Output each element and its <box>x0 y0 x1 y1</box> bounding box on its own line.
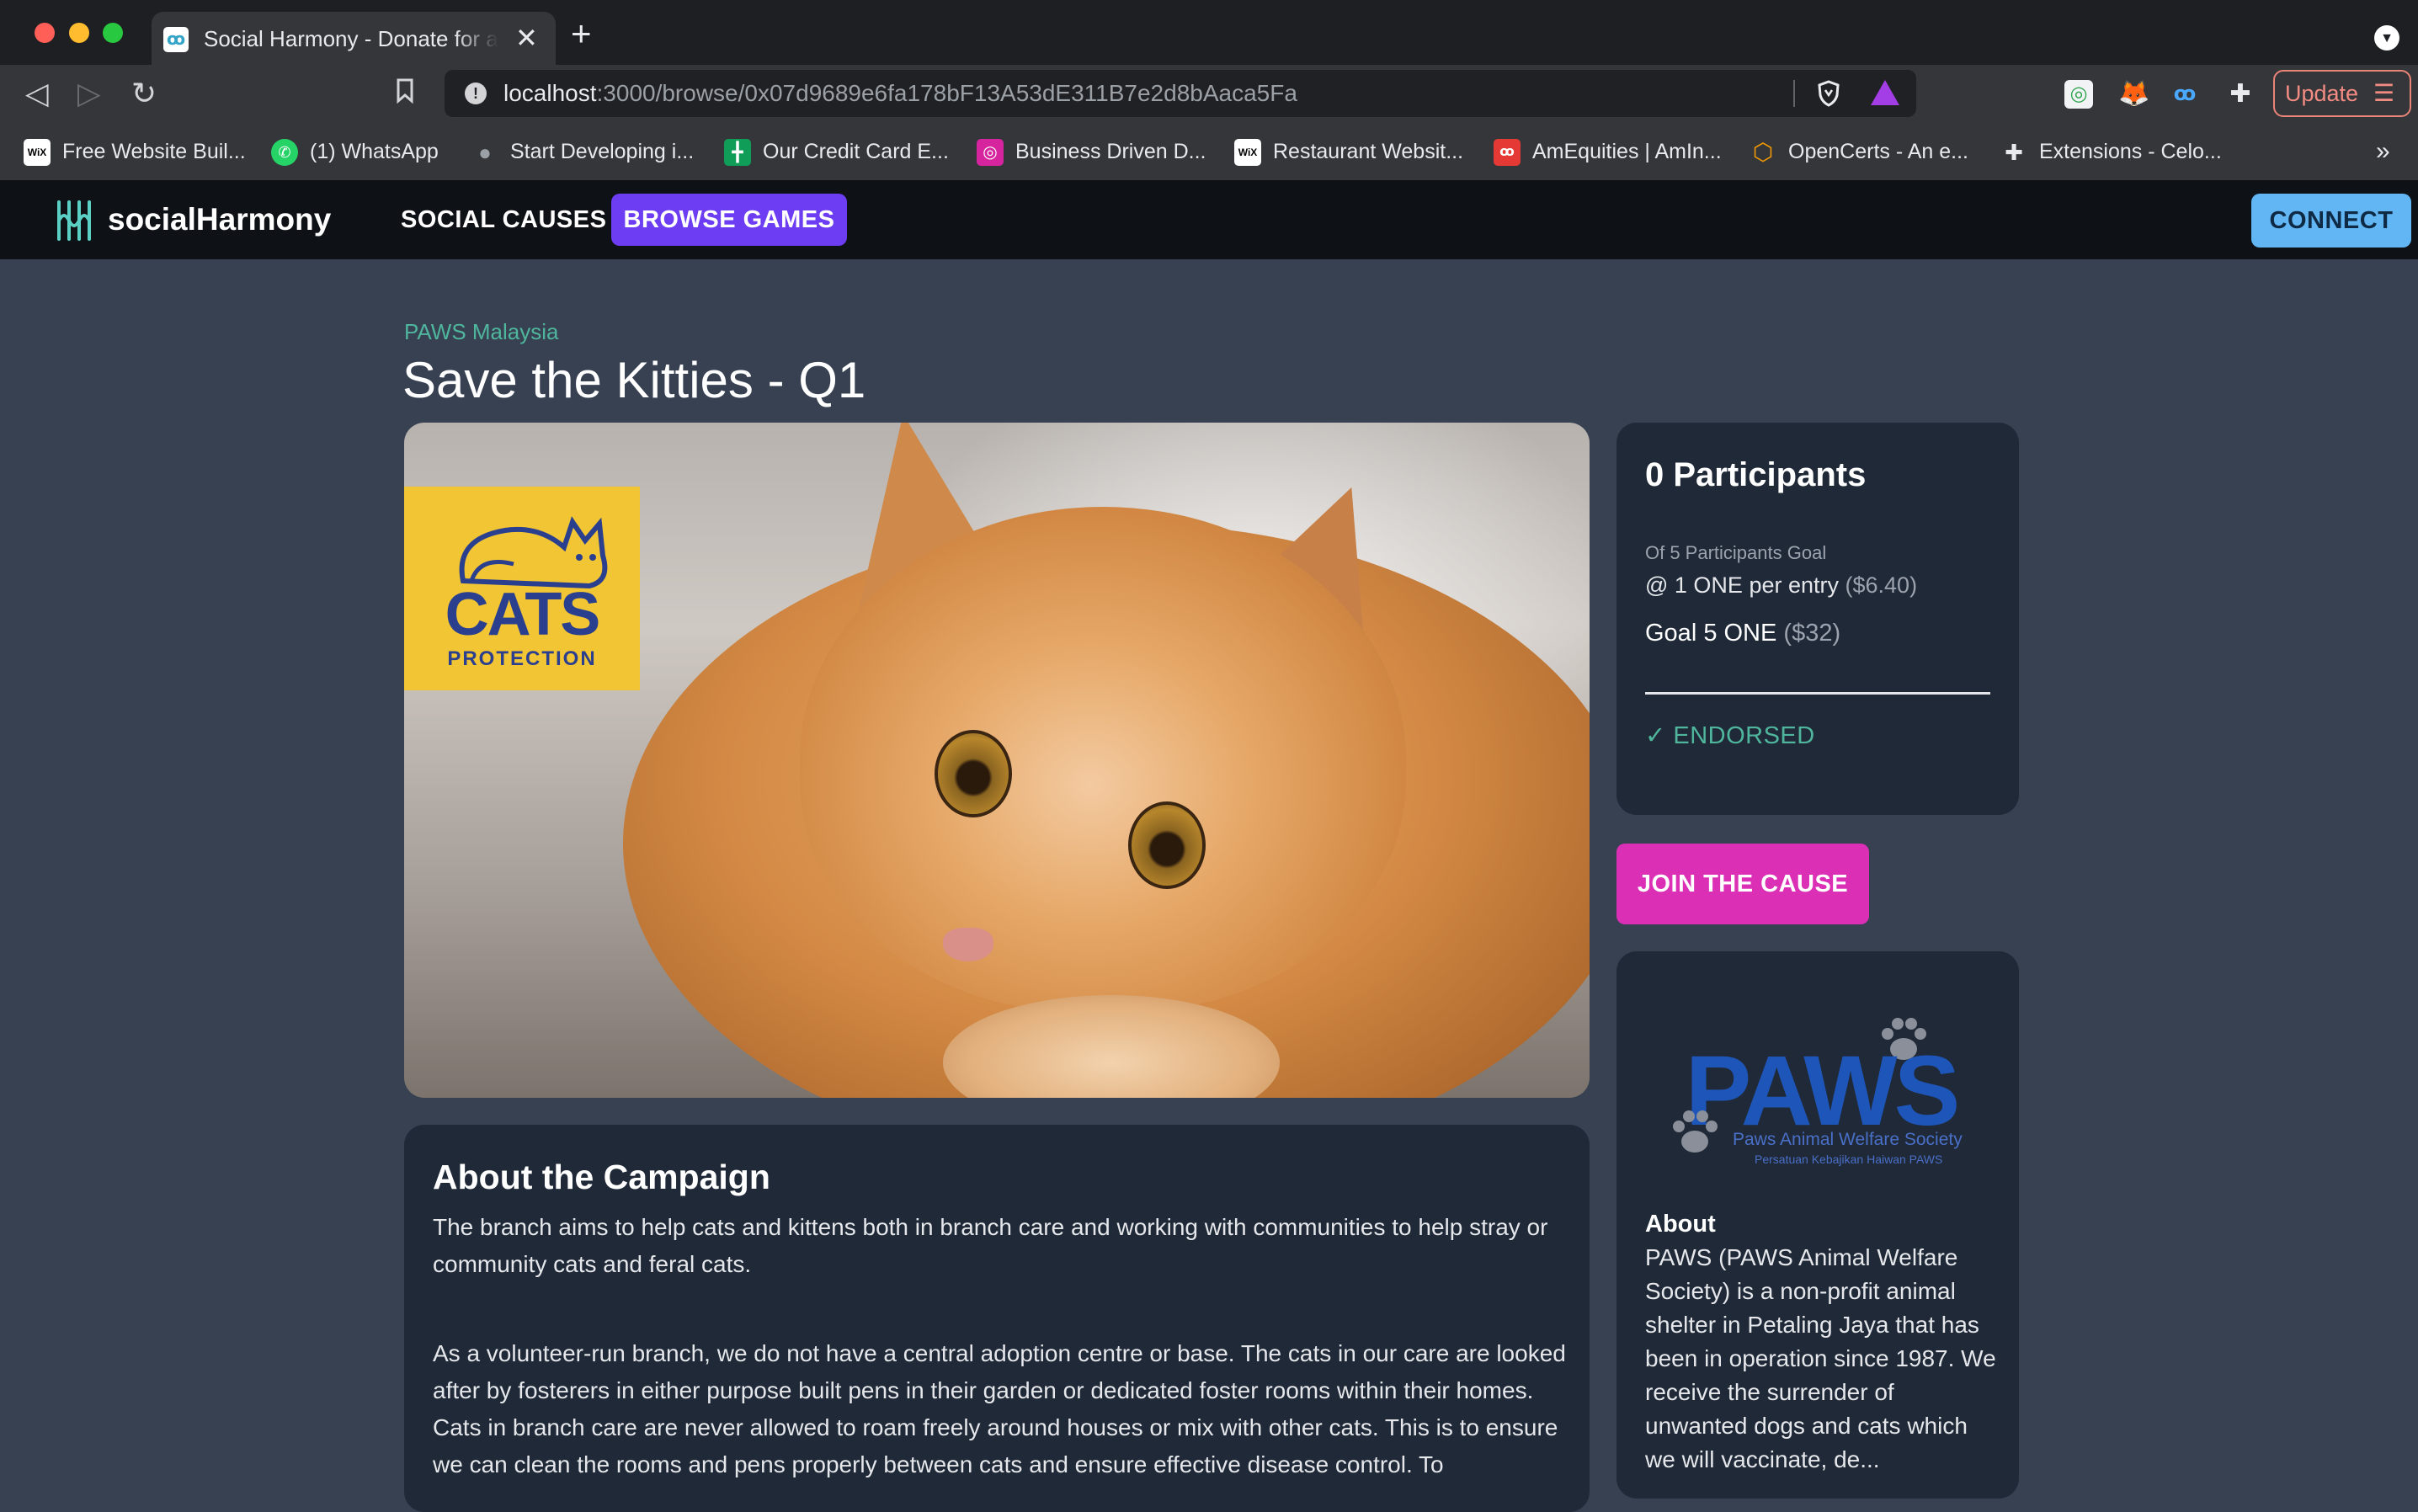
browser-tab-active[interactable]: ꝏ Social Harmony - Donate for a Cause ✕ <box>152 12 556 65</box>
tab-title: Social Harmony - Donate for a Cause <box>204 26 498 51</box>
about-campaign-paragraph: As a volunteer-run branch, we do not hav… <box>433 1340 1566 1477</box>
omnibox-divider <box>1793 80 1795 107</box>
url-text[interactable]: localhost:3000/browse/0x07d9689e6fa178bF… <box>503 80 1297 107</box>
bookmark-item[interactable]: ● Start Developing i... <box>471 135 694 168</box>
participants-card: 0 Participants Of 5 Participants Goal @ … <box>1616 423 2019 815</box>
nav-social-causes[interactable]: SOCIAL CAUSES <box>401 194 606 246</box>
tab-search-chevron-icon[interactable]: ▼ <box>2374 25 2399 51</box>
connect-wallet-button[interactable]: CONNECT <box>2251 194 2411 248</box>
nav-browse-games[interactable]: BROWSE GAMES <box>611 194 847 246</box>
bookmark-label: OpenCerts - An e... <box>1788 140 1968 163</box>
divider <box>1645 692 1990 695</box>
organization-link[interactable]: PAWS Malaysia <box>404 318 559 345</box>
endorsed-badge: ✓ ENDORSED <box>1645 722 1815 749</box>
org-about-heading: About <box>1645 1211 1716 1238</box>
cats-protection-logo: CATS PROTECTION <box>404 487 640 690</box>
app-header: socialHarmony SOCIAL CAUSES BROWSE GAMES… <box>0 180 2418 259</box>
paws-logo-subtitle: Paws Animal Welfare Society <box>1733 1130 1963 1149</box>
bookmark-item[interactable]: ✆ (1) WhatsApp <box>271 135 439 168</box>
bookmark-label: AmEquities | AmIn... <box>1532 140 1722 163</box>
goal-amount-text: Goal 5 ONE <box>1645 620 1777 647</box>
back-arrow-icon[interactable]: ◁ <box>25 77 49 110</box>
address-bar[interactable]: ! localhost:3000/browse/0x07d9689e6fa178… <box>445 70 1916 117</box>
bookmark-label: Business Driven D... <box>1015 140 1206 163</box>
organization-card: PAWS Paws Animal Welfare Society Persatu… <box>1616 951 2019 1499</box>
cats-logo-title: CATS <box>445 581 601 648</box>
apple-icon: ● <box>478 140 492 166</box>
cats-logo-subtitle: PROTECTION <box>447 647 597 670</box>
browser-toolbar: ◁ ▷ ↻ ! localhost:3000/browse/0x07d9689e… <box>0 65 2418 123</box>
wix-icon: WiX <box>1234 139 1261 167</box>
about-campaign-heading: About the Campaign <box>433 1158 770 1196</box>
bookmarks-bar: WiX Free Website Buil... ✆ (1) WhatsApp ● S… <box>0 123 2418 180</box>
brave-rewards-icon[interactable] <box>1871 80 1899 105</box>
bookmark-item[interactable]: ╋ Our Credit Card E... <box>724 135 949 168</box>
menu-hamburger-icon: ☰ <box>2373 80 2394 106</box>
paws-logo-subtitle-malay: Persatuan Kebajikan Haiwan PAWS <box>1755 1153 1943 1166</box>
goal-amount-usd: ($32) <box>1783 620 1841 647</box>
paws-logo: PAWS Paws Animal Welfare Society Persatu… <box>1665 1010 1977 1195</box>
cat-eye <box>1128 801 1206 889</box>
forward-arrow-icon[interactable]: ▷ <box>77 77 101 110</box>
cat-eye <box>935 730 1012 817</box>
cat-head <box>800 507 1406 1012</box>
bookmark-item[interactable]: ✚ Extensions - Celo... <box>2000 135 2222 168</box>
window-close-button[interactable] <box>35 23 55 43</box>
whatsapp-icon: ✆ <box>271 139 298 167</box>
about-campaign-paragraph: The branch aims to help cats and kittens… <box>433 1214 1548 1277</box>
instagram-icon: ◎ <box>977 139 1004 167</box>
cat-nose <box>943 928 993 961</box>
bookmark-icon[interactable] <box>396 78 414 111</box>
harmony-wallet-icon[interactable]: ꝏ <box>2170 80 2199 109</box>
sheets-icon: ╋ <box>724 139 751 167</box>
bookmark-label: (1) WhatsApp <box>310 140 439 163</box>
bookmark-label: Restaurant Websit... <box>1273 140 1464 163</box>
join-the-cause-button[interactable]: JOIN THE CAUSE <box>1616 844 1869 924</box>
bookmark-item[interactable]: WiX Restaurant Websit... <box>1234 135 1463 168</box>
url-path: :3000/browse/0x07d9689e6fa178bF13A53dE31… <box>596 80 1297 106</box>
bookmark-label: Extensions - Celo... <box>2039 140 2222 163</box>
bookmarks-overflow-icon[interactable]: » <box>2376 135 2390 168</box>
bookmark-item[interactable]: ꝏ AmEquities | AmIn... <box>1494 135 1722 168</box>
about-campaign-card: About the Campaign The branch aims to he… <box>404 1125 1590 1512</box>
browser-update-button[interactable]: Update ☰ <box>2273 70 2411 117</box>
reload-icon[interactable]: ↻ <box>131 77 157 110</box>
metamask-fox-icon[interactable]: 🦊 <box>2118 80 2149 109</box>
entry-price-usd: ($6.40) <box>1845 572 1918 598</box>
amequities-icon: ꝏ <box>1494 139 1521 167</box>
opencerts-icon: ⬡ <box>1752 139 1774 166</box>
app-logo-text[interactable]: socialHarmony <box>108 199 331 241</box>
extensions-puzzle-icon[interactable]: ✚ <box>2226 80 2255 109</box>
browser-tab-bar: ꝏ Social Harmony - Donate for a Cause ✕ … <box>0 0 2418 65</box>
bookmark-item[interactable]: WiX Free Website Buil... <box>24 135 246 168</box>
bookmark-item[interactable]: ⬡ OpenCerts - An e... <box>1750 135 1968 168</box>
page-title: Save the Kitties - Q1 <box>402 352 866 408</box>
bookmark-label: Start Developing i... <box>510 140 695 163</box>
puzzle-icon: ✚ <box>2005 140 2023 166</box>
wix-icon: WiX <box>24 139 51 167</box>
participants-goal-label: Of 5 Participants Goal <box>1645 542 1827 563</box>
site-info-icon[interactable]: ! <box>465 83 487 104</box>
goal-amount: Goal 5 ONE ($32) <box>1645 618 1840 648</box>
brave-shield-icon[interactable] <box>1817 80 1840 107</box>
entry-price-text: @ 1 ONE per entry <box>1645 572 1839 598</box>
bookmark-label: Our Credit Card E... <box>763 140 949 163</box>
participants-count: 0 Participants <box>1645 456 1867 493</box>
campaign-hero-image: CATS PROTECTION <box>404 423 1590 1098</box>
paw-print-icon <box>1665 1103 1724 1166</box>
extension-scanner-icon[interactable]: ◎ <box>2064 80 2093 109</box>
entry-price: @ 1 ONE per entry ($6.40) <box>1645 571 1917 599</box>
bookmark-item[interactable]: ◎ Business Driven D... <box>977 135 1206 168</box>
harmony-logo-icon[interactable] <box>52 199 96 242</box>
bookmark-label: Free Website Buil... <box>62 140 246 163</box>
social-harmony-favicon-icon: ꝏ <box>163 27 189 52</box>
window-maximize-button[interactable] <box>103 23 123 43</box>
update-label: Update <box>2285 81 2359 106</box>
tab-close-icon[interactable]: ✕ <box>515 24 538 52</box>
url-host: localhost <box>503 80 597 106</box>
new-tab-icon[interactable]: + <box>571 16 592 51</box>
window-minimize-button[interactable] <box>69 23 89 43</box>
org-about-text: PAWS (PAWS Animal Welfare Society) is a … <box>1645 1244 1996 1472</box>
